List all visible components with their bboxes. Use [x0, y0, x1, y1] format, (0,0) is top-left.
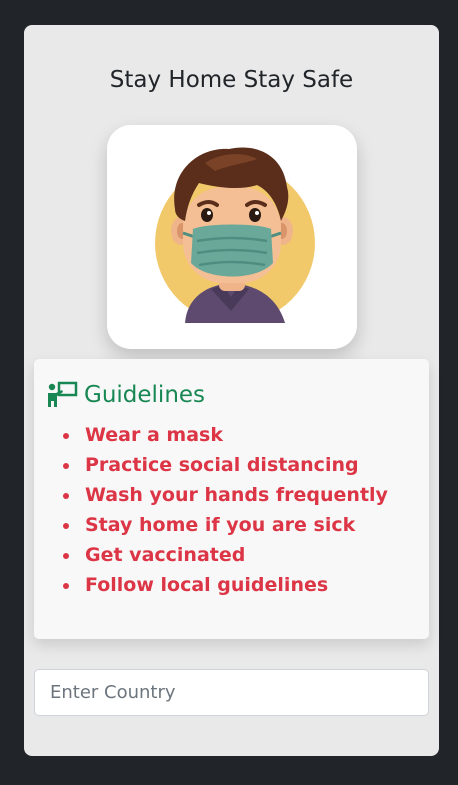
guidelines-panel: Guidelines Wear a mask Practice social d… [34, 359, 429, 639]
masked-person-icon [155, 147, 315, 323]
list-item: Wear a mask [61, 423, 388, 453]
list-item: Practice social distancing [61, 453, 388, 483]
list-item: Wash your hands frequently [61, 483, 388, 513]
page-title: Stay Home Stay Safe [109, 67, 354, 93]
main-card: Stay Home Stay Safe Guidelines Wear a ma… [24, 25, 439, 756]
list-item: Stay home if you are sick [61, 513, 388, 543]
list-item: Follow local guidelines [61, 573, 388, 603]
country-input[interactable] [34, 669, 429, 716]
masked-person-illustration [107, 125, 357, 349]
guidelines-heading: Guidelines [84, 382, 206, 408]
list-item: Get vaccinated [61, 543, 388, 573]
presenter-board-icon [48, 381, 78, 407]
guidelines-header: Guidelines [46, 379, 205, 411]
guidelines-list: Wear a mask Practice social distancing W… [61, 423, 388, 603]
